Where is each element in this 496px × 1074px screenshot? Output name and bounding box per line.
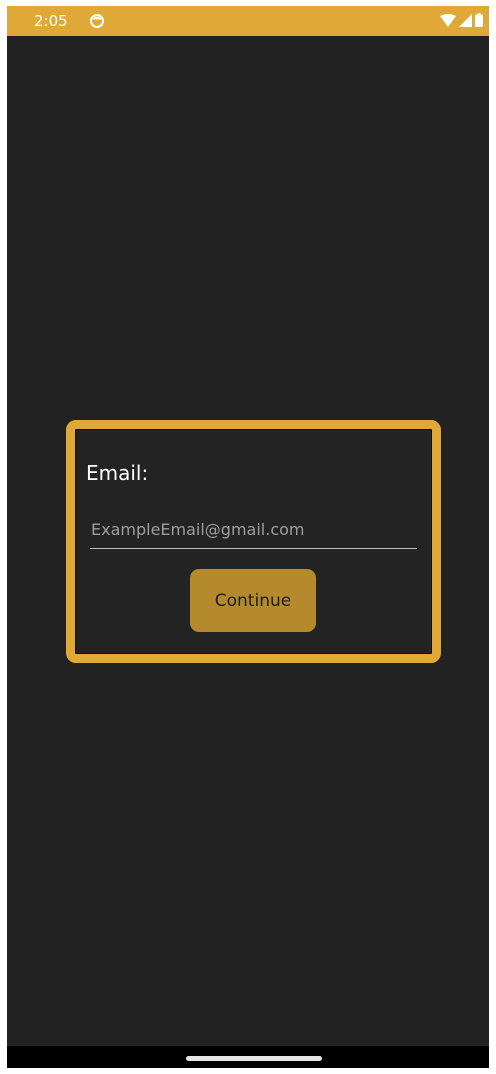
home-indicator[interactable] [186,1056,322,1061]
status-time: 2:05 [34,12,68,30]
email-label: Email: [86,461,149,485]
navigation-bar [7,1046,489,1068]
status-bar: 2:05 [7,6,489,36]
battery-icon [475,12,483,31]
email-input[interactable] [90,517,417,549]
circle-app-icon [89,13,105,29]
email-login-card: Email: Continue [66,420,441,663]
signal-icon [459,12,472,31]
status-icons [440,12,483,31]
app-screen: 2:05 Email: ExampleEmail@gmail.com Conti… [7,6,489,1068]
continue-button[interactable]: Continue [190,569,316,632]
wifi-icon [440,12,456,31]
